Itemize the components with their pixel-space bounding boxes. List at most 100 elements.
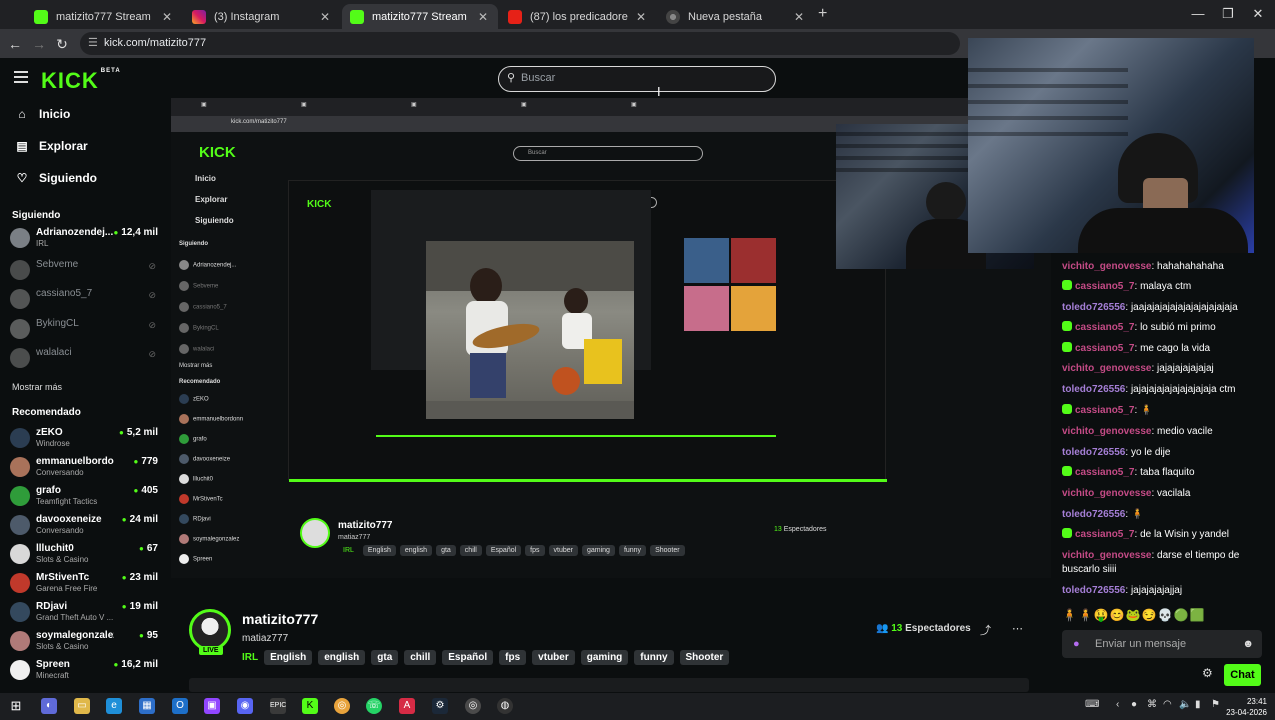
battery-icon[interactable]: ▮ [1195, 699, 1201, 710]
chrome-icon[interactable]: ◎ [334, 698, 350, 714]
restore-icon[interactable]: ❐ [1213, 6, 1243, 22]
volume-icon[interactable]: 🔈 [1179, 699, 1191, 710]
chat-username[interactable]: cassiano5_7 [1075, 529, 1135, 540]
show-more-link[interactable]: Mostrar más [12, 382, 62, 392]
steam-icon[interactable]: ⚙ [432, 698, 448, 714]
emote-icon[interactable]: 💀 [1158, 608, 1174, 622]
reload-icon[interactable]: ↻ [53, 35, 71, 53]
emote-icon[interactable]: 🧍 [1078, 608, 1094, 622]
tag[interactable]: Español [442, 650, 494, 665]
recommended-item[interactable]: emmanuelbordonn Conversando 779 [10, 453, 160, 479]
chat-username[interactable]: cassiano5_7 [1075, 343, 1135, 354]
emoji-icon[interactable]: ☻ [1242, 630, 1254, 658]
chat-username[interactable]: vichito_genovesse [1062, 363, 1151, 374]
following-item[interactable]: BykingCL ⊘ [10, 315, 160, 341]
tab-kick-active[interactable]: matizito777 Stream - Watch Li... ✕ [342, 4, 498, 29]
chat-input[interactable]: ● Enviar un mensaje ☻ [1062, 630, 1262, 658]
discord-icon[interactable]: ◉ [237, 698, 253, 714]
category-link[interactable]: IRL [242, 652, 258, 663]
recommended-item[interactable]: zEKO Windrose 5,2 mil [10, 424, 160, 450]
chat-username[interactable]: vichito_genovesse [1062, 550, 1151, 561]
store-icon[interactable]: ▦ [139, 698, 155, 714]
tag[interactable]: gaming [580, 650, 629, 665]
whatsapp-icon[interactable]: ☏ [366, 698, 382, 714]
tag[interactable]: fps [499, 650, 527, 665]
tag[interactable]: gta [371, 650, 399, 665]
mic-icon[interactable]: ● [1073, 630, 1080, 658]
tab-instagram[interactable]: (3) Instagram ✕ [184, 4, 340, 29]
recommended-item[interactable]: Spreen Minecraft 16,2 mil [10, 656, 160, 682]
tag[interactable]: english [318, 650, 366, 665]
chat-username[interactable]: toledo726556 [1062, 302, 1125, 313]
tab-new[interactable]: Nueva pestaña ✕ [658, 4, 814, 29]
close-icon[interactable]: ✕ [318, 10, 332, 24]
chat-send-button[interactable]: Chat [1224, 664, 1261, 686]
recommended-item[interactable]: llluchit0 Slots & Casino 67 [10, 540, 160, 566]
forward-icon[interactable]: → [30, 35, 48, 53]
streamer-avatar[interactable] [189, 609, 231, 651]
tag[interactable]: funny [634, 650, 674, 665]
close-icon[interactable]: ✕ [160, 10, 174, 24]
kick-logo[interactable]: KICK BETA [41, 68, 121, 94]
share-icon[interactable]: ⤴ [980, 622, 991, 638]
emote-icon[interactable]: 🟩 [1190, 608, 1206, 622]
edge-icon[interactable]: e [106, 698, 122, 714]
site-info-icon[interactable]: ☰ [88, 32, 98, 55]
emote-icon[interactable]: 🧍 [1062, 608, 1078, 622]
chat-username[interactable]: toledo726556 [1062, 509, 1125, 520]
address-bar[interactable]: ☰ kick.com/matizito777 [80, 32, 960, 55]
following-item[interactable]: cassiano5_7 ⊘ [10, 285, 160, 311]
nav-inicio[interactable]: ⌂ Inicio [14, 107, 70, 121]
network-icon[interactable]: ⌘ [1147, 699, 1157, 710]
recommended-item[interactable]: grafo Teamfight Tactics 405 [10, 482, 160, 508]
recommended-item[interactable]: soymalegonzalez Slots & Casino 95 [10, 627, 160, 653]
chat-username[interactable]: toledo726556 [1062, 384, 1125, 395]
following-item[interactable]: Sebveme ⊘ [10, 256, 160, 282]
search-input[interactable]: ⚲ Buscar [498, 66, 776, 92]
windows-start-icon[interactable]: ⊞ [8, 698, 24, 714]
chat-username[interactable]: toledo726556 [1062, 585, 1125, 596]
keyboard-icon[interactable]: ⌨ [1085, 699, 1099, 710]
chat-username[interactable]: cassiano5_7 [1075, 405, 1135, 416]
nav-explorar[interactable]: ▤ Explorar [14, 139, 87, 153]
file-explorer-icon[interactable]: ▭ [74, 698, 90, 714]
tab-youtube[interactable]: (87) los predicadores de pirqu... ✕ [500, 4, 656, 29]
gear-icon[interactable]: ⚙ [1202, 666, 1213, 680]
menu-icon[interactable] [14, 71, 28, 86]
wifi-icon[interactable]: ◠ [1163, 699, 1172, 710]
back-icon[interactable]: ← [6, 35, 24, 53]
channel-name[interactable]: matizito777 [242, 611, 318, 627]
chat-username[interactable]: vichito_genovesse [1062, 426, 1151, 437]
emote-icon[interactable]: 🤑 [1094, 608, 1110, 622]
chat-username[interactable]: toledo726556 [1062, 447, 1125, 458]
outlook-icon[interactable]: O [172, 698, 188, 714]
epic-games-icon[interactable]: EPIC [270, 698, 286, 714]
chat-username[interactable]: vichito_genovesse [1062, 261, 1151, 272]
close-icon[interactable]: ✕ [634, 10, 648, 24]
chat-username[interactable]: vichito_genovesse [1062, 488, 1151, 499]
new-tab-button[interactable]: + [818, 5, 827, 23]
copilot-icon[interactable]: ◐ [41, 698, 57, 714]
tab-kick-1[interactable]: matizito777 Stream - Watch Li... ✕ [26, 4, 182, 29]
recommended-item[interactable]: davooxeneize Conversando 24 mil [10, 511, 160, 537]
tag[interactable]: English [264, 650, 313, 665]
emote-icon[interactable]: 😏 [1142, 608, 1158, 622]
close-icon[interactable]: ✕ [792, 10, 806, 24]
minimize-icon[interactable]: — [1183, 6, 1213, 21]
chat-username[interactable]: cassiano5_7 [1075, 322, 1135, 333]
tray-app-icon[interactable]: ● [1131, 699, 1137, 710]
tag[interactable]: Shooter [679, 650, 730, 665]
emote-icon[interactable]: 🟢 [1174, 608, 1190, 622]
tag[interactable]: chill [404, 650, 437, 665]
tag[interactable]: vtuber [532, 650, 575, 665]
nav-siguiendo[interactable]: ♡ Siguiendo [14, 171, 97, 185]
tray-chevron-icon[interactable]: ‹ [1116, 699, 1119, 710]
emote-bar[interactable]: 🧍🧍🤑😊🐸😏💀🟢🟩 [1062, 608, 1272, 626]
obs-icon[interactable]: ◍ [497, 698, 513, 714]
window-close-icon[interactable]: ✕ [1243, 6, 1273, 22]
system-clock[interactable]: 23:41 23-04-2026 [1226, 696, 1267, 718]
following-item[interactable]: walalaci ⊘ [10, 344, 160, 370]
more-options-icon[interactable]: ⋯ [1012, 622, 1023, 635]
adobe-icon[interactable]: A [399, 698, 415, 714]
emote-icon[interactable]: 😊 [1110, 608, 1126, 622]
